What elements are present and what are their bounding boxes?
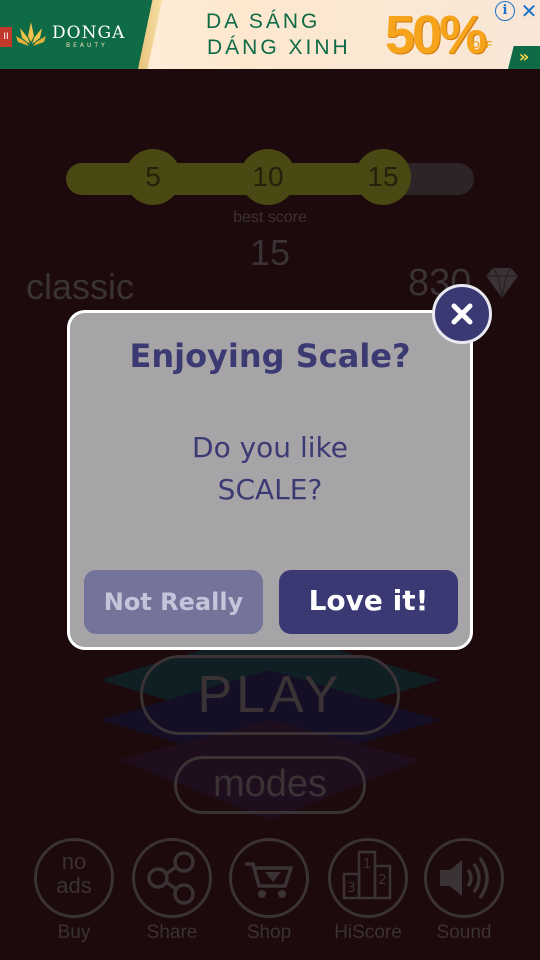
hiscore-button[interactable]: 1 3 2 HiScore bbox=[328, 838, 408, 948]
ad-pause-icon[interactable]: II bbox=[0, 27, 12, 47]
svg-text:3: 3 bbox=[347, 881, 355, 896]
shopping-cart-icon bbox=[245, 862, 294, 898]
milestone-10: 10 bbox=[240, 149, 296, 205]
shop-button[interactable]: Shop bbox=[229, 838, 309, 948]
speaker-icon bbox=[440, 856, 489, 900]
dialog-close-button[interactable] bbox=[432, 284, 492, 344]
ad-discount-off: OFF bbox=[472, 40, 492, 51]
score-progress-fill bbox=[66, 163, 372, 195]
play-button[interactable]: PLAY bbox=[140, 655, 400, 735]
buy-button[interactable]: no ads Buy bbox=[34, 838, 114, 948]
milestone-5: 5 bbox=[125, 149, 181, 205]
modes-button[interactable]: modes bbox=[174, 756, 366, 814]
game-mode-name: classic bbox=[26, 266, 135, 307]
svg-text:2: 2 bbox=[378, 873, 386, 888]
diamond-icon bbox=[486, 267, 518, 299]
svg-text:1: 1 bbox=[363, 857, 371, 872]
ad-next-icon[interactable]: » bbox=[508, 46, 540, 69]
milestone-15: 15 bbox=[355, 149, 411, 205]
dialog-title: Enjoying Scale? bbox=[129, 337, 411, 375]
dialog-message: Do you like SCALE? bbox=[70, 427, 470, 511]
ad-banner[interactable]: II DONGA BEAUTY DA SÁNG DÁNG XINH 50% OF… bbox=[0, 0, 540, 69]
ad-close-icon[interactable]: ✕ bbox=[518, 0, 540, 22]
ad-brand-sub: BEAUTY bbox=[66, 42, 108, 49]
sound-label: Sound bbox=[436, 922, 492, 943]
no-ads-icon: no ads bbox=[56, 849, 92, 898]
dialog-message-line-1: Do you like bbox=[192, 431, 348, 464]
ad-info-icon[interactable]: i bbox=[495, 1, 515, 21]
ad-discount: 50% bbox=[385, 5, 487, 65]
dialog-message-line-2: SCALE? bbox=[217, 473, 323, 506]
sound-button[interactable]: Sound bbox=[424, 838, 504, 948]
best-score-label: best score bbox=[233, 209, 307, 226]
ad-brand-name: DONGA bbox=[52, 23, 126, 43]
share-icon bbox=[147, 851, 195, 905]
ad-headline-1: DA SÁNG bbox=[206, 10, 321, 33]
close-icon bbox=[451, 303, 473, 325]
rating-dialog: Enjoying Scale? Do you like SCALE? Not R… bbox=[67, 310, 473, 650]
ad-headline-2: DÁNG XINH bbox=[207, 36, 351, 59]
love-it-button[interactable]: Love it! bbox=[279, 570, 458, 634]
podium-icon: 1 3 2 bbox=[342, 850, 392, 900]
not-really-button[interactable]: Not Really bbox=[84, 570, 263, 634]
share-button[interactable]: Share bbox=[132, 838, 212, 948]
lotus-logo-icon bbox=[16, 22, 46, 46]
